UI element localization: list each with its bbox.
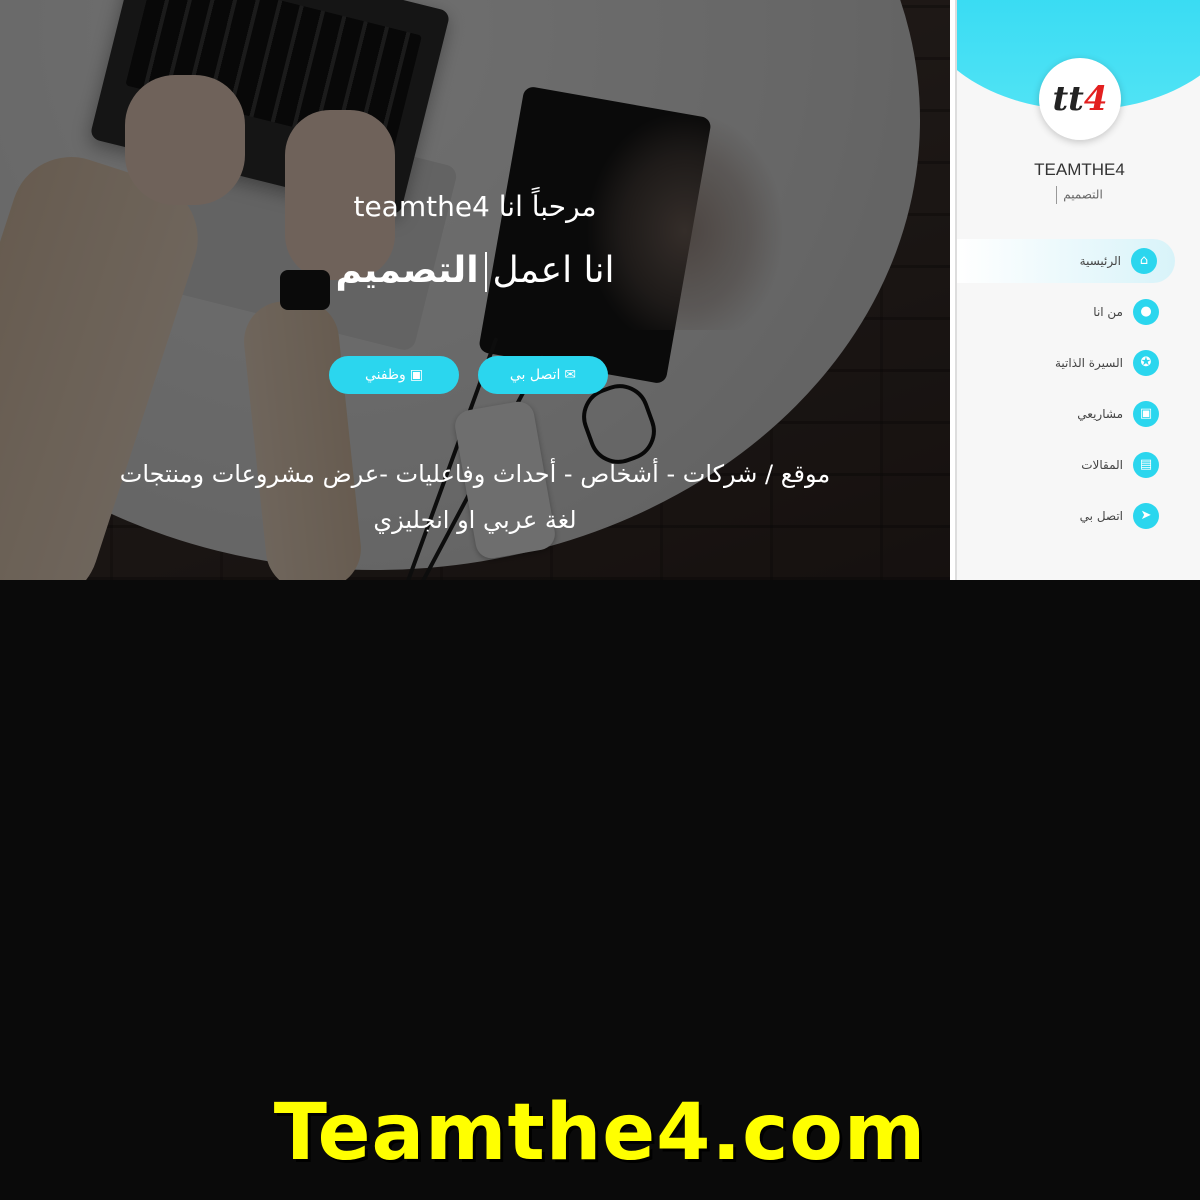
hire-me-button[interactable]: ▣وظفني [329, 356, 459, 394]
headline-prefix: انا اعمل [492, 250, 615, 291]
send-icon: ➤ [1133, 503, 1159, 529]
tagline-text: التصميم [1063, 187, 1103, 202]
sidebar-item-label: من انا [1093, 305, 1123, 319]
briefcase-icon: ▣ [1133, 401, 1159, 427]
sidebar-item-about[interactable]: ● من انا [957, 290, 1177, 334]
headline-word: التصميم [335, 250, 479, 291]
site-logo[interactable]: tt4 [1039, 58, 1121, 140]
sidebar-item-label: اتصل بي [1079, 509, 1123, 523]
sidebar-item-label: المقالات [1081, 458, 1123, 472]
sidebar-item-label: السيرة الذاتية [1054, 356, 1123, 370]
sidebar-item-home[interactable]: ⌂ الرئيسية [957, 239, 1175, 283]
sidebar-item-articles[interactable]: ▤ المقالات [957, 443, 1177, 487]
envelope-icon: ✉ [564, 367, 577, 383]
contact-button-label: اتصل بي [509, 367, 561, 383]
contact-button[interactable]: ✉اتصل بي [478, 356, 608, 394]
hero-description-line2: لغة عربي او انجليزي [373, 506, 577, 534]
brand-name: TEAMTHE4 [1034, 160, 1125, 179]
typing-cursor [484, 252, 487, 292]
hero-content: مرحباً انا teamthe4 انا اعمل التصميم ✉اتص… [0, 0, 950, 580]
briefcase-icon: ▣ [409, 367, 424, 383]
hero-section: مرحباً انا teamthe4 انا اعمل التصميم ✉اتص… [0, 0, 950, 580]
sidebar-tagline: التصميم [957, 186, 1200, 204]
hero-description-line1: موقع / شركات - أشخاص - أحداث وفاعليات -ع… [119, 460, 831, 488]
site-preview: مرحباً انا teamthe4 انا اعملالتصميم ✉اتص… [0, 0, 1200, 580]
home-icon: ⌂ [1131, 248, 1157, 274]
sidebar: tt4 TEAMTHE4 التصميم ⌂ الرئيسية ● من انا… [955, 0, 1200, 580]
sidebar-item-resume[interactable]: ✪ السيرة الذاتية [957, 341, 1177, 385]
typing-cursor [1056, 186, 1058, 204]
sidebar-item-projects[interactable]: ▣ مشاريعي [957, 392, 1177, 436]
sidebar-item-label: مشاريعي [1077, 407, 1123, 421]
logo-accent: 4 [1083, 79, 1108, 119]
site-wordmark: Teamthe4.com [273, 1088, 927, 1178]
hero-greeting: مرحباً انا teamthe4 [353, 190, 597, 223]
user-icon: ● [1133, 299, 1159, 325]
sidebar-item-contact[interactable]: ➤ اتصل بي [957, 494, 1177, 538]
hire-me-button-label: وظفني [364, 367, 406, 383]
hero-headline: انا اعمل التصميم [0, 250, 950, 292]
logo-text: tt [1052, 79, 1084, 119]
sidebar-item-label: الرئيسية [1079, 254, 1121, 268]
article-icon: ▤ [1133, 452, 1159, 478]
award-icon: ✪ [1133, 350, 1159, 376]
